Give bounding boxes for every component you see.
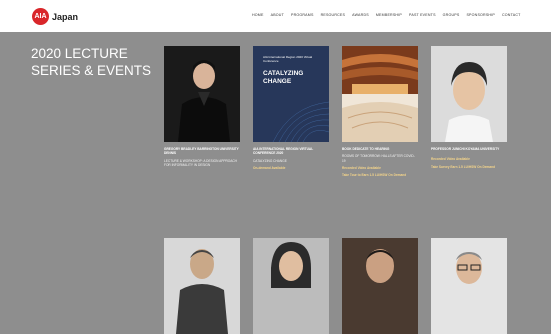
event-card[interactable] [253, 238, 329, 334]
event-link[interactable]: On-demand Available [253, 166, 329, 170]
speaker-photo[interactable] [431, 238, 507, 334]
nav-membership[interactable]: MEMBERSHIP [376, 13, 402, 17]
speaker-photo[interactable] [253, 238, 329, 334]
event-card[interactable]: AIA International Region 2020 Virtual Co… [253, 46, 329, 170]
event-card[interactable]: PROFESSOR JUNICHI KOYAMA UNIVERSITY Reco… [431, 46, 507, 169]
event-type: ROOMS OF TOMORROW: HALLS AFTER COVID-19 [342, 154, 415, 163]
nav-contact[interactable]: CONTACT [502, 13, 521, 17]
event-card[interactable]: BOOK DEDICATE TO HEARING ROOMS OF TOMORR… [342, 46, 418, 177]
speaker-photo[interactable] [164, 238, 240, 334]
logo-mark: AIA [32, 8, 49, 25]
event-link-2[interactable]: Take Survey Earn 1.5 LU/HSW On Demand [431, 165, 507, 169]
event-card[interactable] [342, 238, 418, 334]
event-type: LECTURE & WORKSHOP: A DESIGN APPROACH FO… [164, 158, 237, 167]
nav-home[interactable]: HOME [252, 13, 264, 17]
nav-groups[interactable]: GROUPS [443, 13, 460, 17]
event-title: BOOK DEDICATE TO HEARING [342, 147, 390, 151]
speaker-photo[interactable] [342, 238, 418, 334]
main-nav: HOME ABOUT PROGRAMS RESOURCES AWARDS MEM… [252, 13, 521, 17]
conference-cover[interactable]: AIA International Region 2020 Virtual Co… [253, 46, 329, 142]
event-link-2[interactable]: Take Tour to Earn 1.5 LU/HSW On Demand [342, 173, 418, 177]
event-card[interactable] [431, 238, 507, 334]
event-link[interactable]: Recorded Video Available [431, 157, 507, 161]
top-navigation-bar: AIA Japan HOME ABOUT PROGRAMS RESOURCES … [0, 0, 551, 32]
event-card[interactable] [164, 238, 240, 334]
aia-japan-logo[interactable]: AIA Japan [32, 8, 78, 25]
nav-programs[interactable]: PROGRAMS [291, 13, 314, 17]
speaker-photo[interactable] [431, 46, 507, 142]
nav-past-events[interactable]: PAST EVENTS [409, 13, 436, 17]
speaker-photo[interactable] [164, 46, 240, 142]
event-title: GREGORY BRADLEY BARRINGTON UNIVERSITY DE… [164, 147, 239, 156]
concert-hall-photo[interactable] [342, 46, 418, 142]
event-title: AIA INTERNATIONAL REGION VIRTUAL CONFERE… [253, 147, 314, 156]
nav-about[interactable]: ABOUT [271, 13, 284, 17]
nav-sponsorship[interactable]: SPONSORSHIP [466, 13, 495, 17]
event-link[interactable]: Recorded Video Available [342, 166, 418, 170]
logo-name: Japan [52, 11, 79, 22]
page-title: 2020 LECTURE SERIES & EVENTS [31, 46, 152, 78]
nav-resources[interactable]: RESOURCES [321, 13, 346, 17]
event-card[interactable]: GREGORY BRADLEY BARRINGTON UNIVERSITY DE… [164, 46, 240, 167]
nav-awards[interactable]: AWARDS [352, 13, 369, 17]
event-title: PROFESSOR JUNICHI KOYAMA UNIVERSITY [431, 147, 500, 151]
event-type: CATALYZING CHANGE [253, 158, 287, 163]
